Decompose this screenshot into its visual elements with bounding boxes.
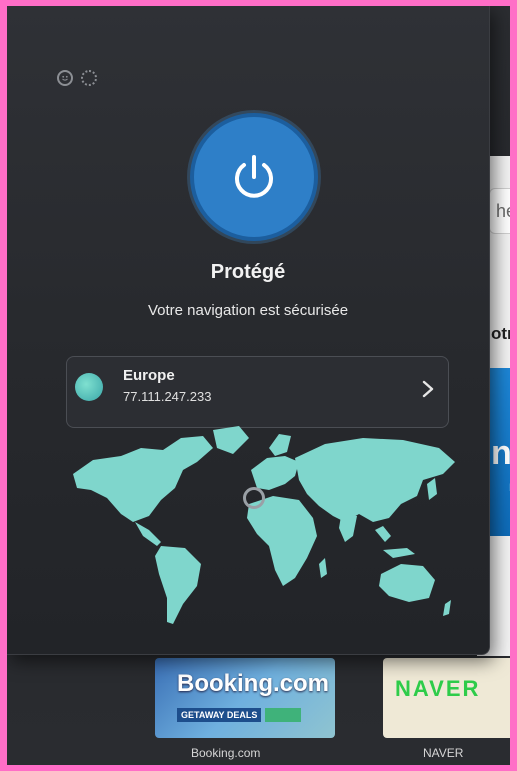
speed-dial-naver-label[interactable]: NAVER <box>423 746 463 760</box>
connection-status-subtitle: Votre navigation est sécurisée <box>147 302 349 319</box>
speed-dial-naver[interactable]: NAVER <box>383 658 510 738</box>
screen: he otre ng M Booking.com GETAWAY DEALS B… <box>7 6 510 765</box>
world-map <box>73 426 455 624</box>
smiley-icon[interactable] <box>57 70 73 86</box>
settings-icon[interactable] <box>81 70 97 86</box>
background-search-bar[interactable]: he <box>489 188 510 234</box>
background-promo-tile[interactable]: ng M <box>487 368 510 536</box>
booking-badge-accent <box>265 708 301 722</box>
speed-dial-booking-label[interactable]: Booking.com <box>191 746 260 760</box>
connection-status-title: Protégé <box>210 261 286 283</box>
power-button[interactable] <box>190 113 318 241</box>
vpn-popup: Protégé Votre navigation est sécurisée E… <box>7 6 490 655</box>
naver-logo: NAVER <box>395 676 481 701</box>
promo-tile-text: ng <box>491 434 510 472</box>
booking-badge: GETAWAY DEALS <box>177 708 262 722</box>
location-name: Europe <box>123 367 175 384</box>
vpn-top-icons <box>57 70 97 86</box>
location-pin-icon <box>243 487 265 509</box>
location-ip: 77.111.247.233 <box>123 389 212 404</box>
promo-tile-subtext: M <box>509 482 510 494</box>
globe-icon <box>75 373 103 401</box>
chevron-right-icon <box>422 380 434 398</box>
booking-logo: Booking.com <box>177 670 330 697</box>
power-icon <box>235 155 273 198</box>
speed-dial-booking[interactable]: Booking.com GETAWAY DEALS <box>155 658 335 738</box>
background-prompt-text: otre <box>491 324 510 343</box>
